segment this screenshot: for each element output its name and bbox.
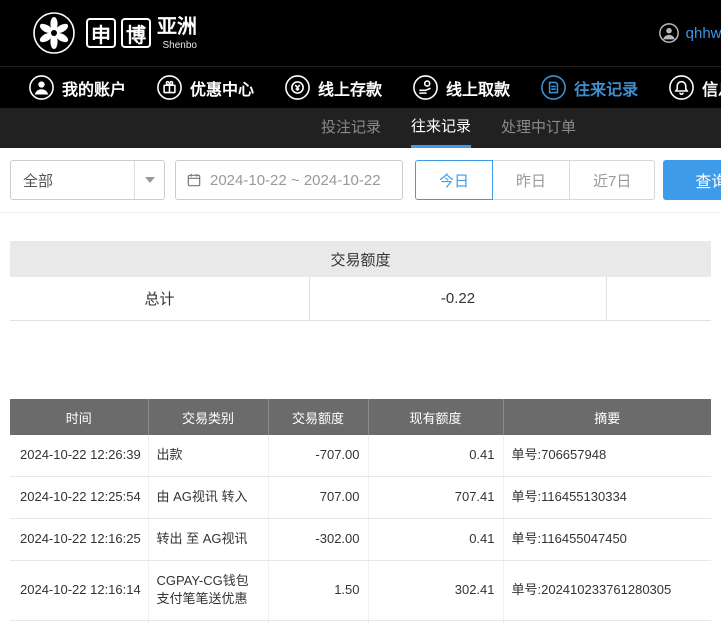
type-select-value: 全部	[23, 172, 54, 190]
col-header-type: 交易类别	[148, 399, 269, 435]
date-range-value: 2024-10-22 ~ 2024-10-22	[210, 171, 381, 189]
col-header-time: 时间	[10, 399, 149, 435]
type-select[interactable]: 全部	[10, 160, 165, 200]
nav-item-label: 信息	[702, 81, 721, 99]
account-icon	[658, 22, 680, 44]
cell-amount: 707.00	[268, 476, 369, 519]
records-table-body: 2024-10-22 12:26:39 出款 -707.00 0.41 单号:7…	[10, 435, 711, 623]
nav-item-label: 线上取款	[446, 81, 511, 99]
nav-item-label: 往来记录	[574, 81, 639, 99]
logo-char-bo: 博	[121, 18, 151, 48]
table-row: 2024-10-22 12:16:25 转出 至 AG视讯 -302.00 0.…	[10, 518, 711, 561]
sub-tabs: 投注记录 往来记录 处理中订单	[0, 108, 721, 148]
transfer-records-icon	[540, 74, 567, 101]
calendar-icon	[186, 172, 202, 188]
flower-logo-icon	[32, 11, 76, 55]
query-button[interactable]: 查询	[663, 160, 721, 200]
summary-row: 总计 -0.22	[10, 277, 711, 321]
nav-item-label: 线上存款	[318, 81, 383, 99]
last7days-button[interactable]: 近7日	[569, 160, 656, 200]
gift-icon	[156, 74, 183, 101]
nav-item-transfer-records[interactable]: 往来记录	[540, 74, 638, 101]
nav-item-label: 优惠中心	[190, 81, 255, 99]
cell-amount: -707.00	[268, 435, 369, 477]
date-range-input[interactable]: 2024-10-22 ~ 2024-10-22	[175, 160, 403, 200]
cell-time: 2024-10-22 12:26:39	[10, 435, 149, 477]
yesterday-button[interactable]: 昨日	[492, 160, 571, 200]
quick-date-buttons: 今日 昨日 近7日	[415, 160, 656, 200]
cell-amount: 1.50	[268, 560, 369, 622]
username: qhhwz	[685, 24, 721, 42]
tab-betting-records[interactable]: 投注记录	[321, 108, 381, 148]
logo-subtitle: Shenbo	[162, 39, 197, 51]
cell-type: 由 AG视讯 转入	[148, 476, 269, 519]
filter-bar: 全部 2024-10-22 ~ 2024-10-22 今日 昨日 近7日 查询	[0, 148, 721, 213]
nav-item-deposit[interactable]: 线上存款	[284, 74, 382, 101]
summary-table: 交易额度 总计 -0.22	[10, 241, 711, 321]
summary-header: 交易额度	[10, 241, 711, 277]
summary-total-label: 总计	[10, 277, 310, 320]
cell-time: 2024-10-22 12:25:54	[10, 476, 149, 519]
nav-item-promotions[interactable]: 优惠中心	[156, 74, 254, 101]
tab-transfer-records[interactable]: 往来记录	[410, 108, 471, 148]
cell-summary: 单号:202410233761280305	[503, 560, 711, 622]
nav-item-my-account[interactable]: 我的账户	[28, 74, 126, 101]
top-header: 申 博 亚洲 Shenbo qhhwz	[0, 0, 721, 66]
records-table-head: 时间 交易类别 交易额度 现有额度 摘要	[10, 399, 711, 435]
col-header-balance: 现有额度	[368, 399, 504, 435]
logo-char-shen: 申	[86, 18, 116, 48]
nav-item-withdraw[interactable]: 线上取款	[412, 74, 510, 101]
col-header-summary: 摘要	[503, 399, 711, 435]
cell-summary: 单号:706657948	[503, 435, 711, 477]
cell-summary: 单号:116455047450	[503, 518, 711, 561]
logo-region: 亚洲 Shenbo	[157, 16, 197, 51]
deposit-icon	[284, 74, 311, 101]
main-nav: 我的账户 优惠中心 线上存款 线上取款 往来记录 信	[0, 66, 721, 108]
user-icon	[28, 74, 55, 101]
user-account[interactable]: qhhwz	[658, 22, 721, 44]
bell-icon	[668, 74, 695, 101]
cell-time: 2024-10-22 12:16:14	[10, 560, 149, 622]
cell-summary: 单号:116455130334	[503, 476, 711, 519]
nav-item-messages[interactable]: 信息	[668, 74, 721, 101]
table-row: 2024-10-22 12:26:39 出款 -707.00 0.41 单号:7…	[10, 435, 711, 477]
col-header-amount: 交易额度	[268, 399, 369, 435]
cell-type: CGPAY-CG钱包支付笔笔送优惠	[148, 560, 269, 622]
tab-processing-orders[interactable]: 处理中订单	[501, 108, 576, 148]
cell-type: 出款	[148, 435, 269, 477]
withdraw-icon	[412, 74, 439, 101]
cell-balance: 302.41	[368, 560, 504, 622]
cell-amount: -302.00	[268, 518, 369, 561]
cell-balance: 707.41	[368, 476, 504, 519]
cell-balance: 0.41	[368, 435, 504, 477]
summary-empty-cell	[607, 277, 711, 320]
site-logo[interactable]: 申 博 亚洲 Shenbo	[32, 11, 197, 55]
nav-item-label: 我的账户	[62, 81, 127, 99]
cell-balance: 0.41	[368, 518, 504, 561]
table-header-row: 时间 交易类别 交易额度 现有额度 摘要	[10, 399, 711, 435]
logo-region-text: 亚洲	[157, 15, 197, 38]
cell-time: 2024-10-22 12:16:25	[10, 518, 149, 561]
app: 申 博 亚洲 Shenbo qhhwz	[0, 0, 721, 623]
records-table: 时间 交易类别 交易额度 现有额度 摘要 2024-10-22 12:26:39…	[10, 399, 711, 623]
table-row: 2024-10-22 12:25:54 由 AG视讯 转入 707.00 707…	[10, 476, 711, 519]
today-button[interactable]: 今日	[415, 160, 494, 200]
table-row: 2024-10-22 12:16:14 CGPAY-CG钱包支付笔笔送优惠 1.…	[10, 560, 711, 622]
dropdown-arrow-icon	[134, 161, 164, 199]
cell-type: 转出 至 AG视讯	[148, 518, 269, 561]
summary-total-value: -0.22	[310, 277, 607, 320]
